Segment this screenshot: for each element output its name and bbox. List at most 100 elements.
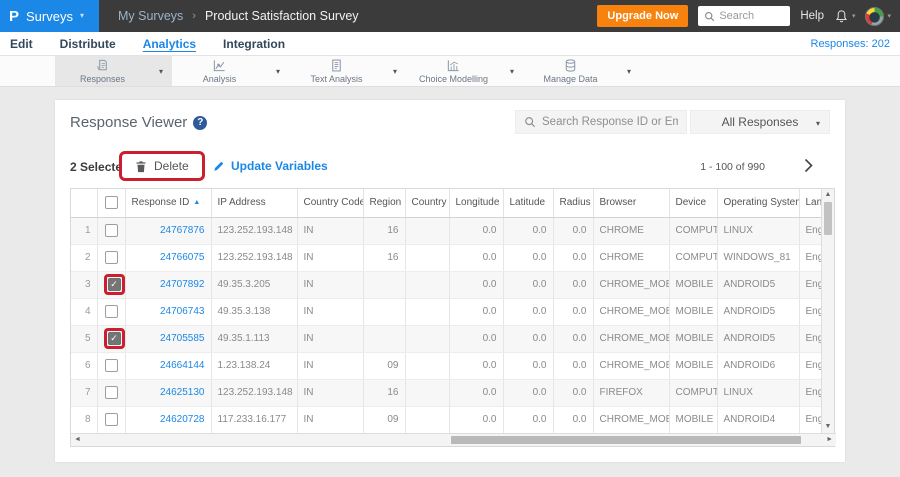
row-checkbox[interactable] [104,224,118,237]
column-header-region[interactable]: Region [363,189,406,218]
cell-region: 09 [363,352,406,380]
tab-responses[interactable]: Responses ▾ [55,56,172,86]
cell-browser: CHROME_MOBILE [593,406,670,434]
cell-longitude: 0.0 [449,217,504,245]
column-header-radius[interactable]: Radius [553,189,594,218]
search-icon [705,11,715,21]
column-label: Country Code [303,197,363,209]
cell-region [363,298,406,326]
sort-asc-icon[interactable]: ▲ [193,199,200,206]
response-search-input[interactable] [542,116,678,128]
table-row: 7 24625130 123.252.193.148 IN 16 0.0 0.0 0.0 FIR… [71,379,824,407]
row-checkbox[interactable] [104,359,118,372]
horizontal-scrollbar[interactable]: ◄ ► [71,433,836,446]
column-header-language[interactable]: Lan [799,189,824,218]
update-variables-button[interactable]: Update Variables [213,159,328,173]
cell-response_id[interactable]: 24620728 [125,406,212,434]
row-checkbox[interactable] [104,386,118,399]
column-header-country[interactable]: Country [405,189,450,218]
cell-latitude: 0.0 [503,352,554,380]
responses-table: Response ID ▲ IP Address Country Code Region… [70,188,836,447]
caret-down-icon[interactable]: ▾ [393,67,397,76]
tab-label: Text Analysis [310,73,363,84]
vertical-scrollbar[interactable]: ▲ ▼ [821,189,834,433]
cell-device: COMPUTER [669,244,718,272]
scroll-left-icon[interactable]: ◄ [74,434,81,446]
caret-down-icon[interactable]: ▾ [159,67,163,76]
breadcrumb-separator-icon: › [192,10,196,22]
cell-ip_address: 1.23.138.24 [211,352,298,380]
row-checkbox[interactable] [104,251,118,264]
response-search-box[interactable] [515,110,687,134]
help-icon[interactable]: ? [193,115,208,130]
delete-button[interactable]: Delete [135,159,189,173]
column-header-country_code[interactable]: Country Code [297,189,364,218]
breadcrumb-my-surveys[interactable]: My Surveys [118,9,183,23]
row-number: 8 [71,406,98,434]
column-header-operating_system[interactable]: Operating System [717,189,800,218]
manage-data-icon [563,58,578,73]
cell-ip_address: 49.35.3.138 [211,298,298,326]
vertical-scrollbar-thumb[interactable] [824,202,832,235]
column-header-rownum [71,189,98,218]
cell-response_id[interactable]: 24767876 [125,217,212,245]
menu-distribute[interactable]: Distribute [60,36,116,51]
menu-analytics[interactable]: Analytics [143,36,196,51]
row-number: 4 [71,298,98,326]
product-menu-label: Surveys [26,8,73,24]
row-checkbox-checked[interactable]: ✓ [107,278,121,291]
cell-latitude: 0.0 [503,244,554,272]
column-header-device[interactable]: Device [669,189,718,218]
row-checkbox[interactable] [104,305,118,318]
column-header-latitude[interactable]: Latitude [503,189,554,218]
choice-modelling-icon [446,59,461,73]
tab-choice-modelling[interactable]: Choice Modelling ▾ [406,56,523,86]
responses-count[interactable]: Responses: 202 [811,38,891,50]
notifications-menu[interactable]: ▾ [834,9,855,24]
caret-down-icon[interactable]: ▾ [627,67,631,76]
product-switcher[interactable]: P Surveys ▾ [0,0,99,32]
caret-down-icon[interactable]: ▾ [510,67,514,76]
account-menu[interactable]: ▾ [865,6,891,26]
cell-device: MOBILE [669,298,718,326]
cell-response_id[interactable]: 24705585 [125,325,212,353]
menu-edit[interactable]: Edit [10,36,33,51]
row-checkbox-checked[interactable]: ✓ [107,332,121,345]
scroll-up-icon[interactable]: ▲ [822,190,834,200]
help-link[interactable]: Help [800,10,824,22]
cell-response_id[interactable]: 24707892 [125,271,212,299]
horizontal-scrollbar-thumb[interactable] [451,436,801,444]
column-header-ip_address[interactable]: IP Address [211,189,298,218]
tab-text-analysis[interactable]: Text Analysis ▾ [289,56,406,86]
column-header-browser[interactable]: Browser [593,189,670,218]
column-header-response_id[interactable]: Response ID ▲ [125,189,212,218]
column-header-longitude[interactable]: Longitude [449,189,504,218]
global-search-box[interactable] [698,6,791,26]
tab-analysis[interactable]: Analysis ▾ [172,56,289,86]
cell-ip_address: 49.35.3.205 [211,271,298,299]
column-label: Country [411,197,447,209]
select-all-checkbox[interactable] [104,196,118,210]
cell-ip_address: 123.252.193.148 [211,379,298,407]
upgrade-now-button[interactable]: Upgrade Now [597,4,689,28]
analytics-toolbar: Responses ▾ Analysis ▾ Text Analysis ▾ Choice … [0,56,900,87]
global-search-input[interactable] [719,10,782,22]
row-checkbox[interactable] [104,413,118,426]
cell-response_id[interactable]: 24625130 [125,379,212,407]
tab-manage-data[interactable]: Manage Data ▾ [523,56,640,86]
caret-down-icon[interactable]: ▾ [276,67,280,76]
cell-response_id[interactable]: 24664144 [125,352,212,380]
scroll-down-icon[interactable]: ▼ [822,422,834,432]
scroll-right-icon[interactable]: ► [826,434,833,446]
cell-response_id[interactable]: 24766075 [125,244,212,272]
top-navbar: P Surveys ▾ My Surveys › Product Satisfa… [0,0,900,32]
menu-integration[interactable]: Integration [223,36,285,51]
row-checkbox-cell [97,244,126,272]
column-label: Latitude [509,197,546,209]
response-filter-dropdown[interactable]: All Responses ▾ [690,110,830,134]
next-page-button[interactable] [804,158,813,178]
cell-response_id[interactable]: 24706743 [125,298,212,326]
checkbox-wrap [104,251,118,264]
cell-operating_system: ANDROID5 [717,298,800,326]
tab-label: Responses [79,73,126,84]
